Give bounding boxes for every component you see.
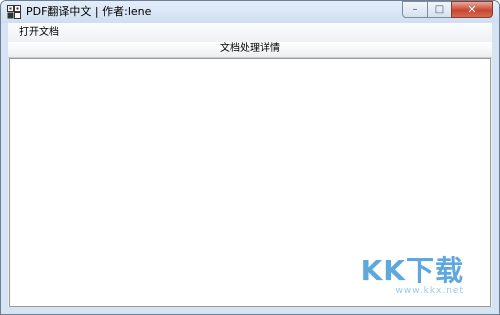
window-controls: – □ ✕ xyxy=(402,1,493,19)
section-header: 文档处理详情 xyxy=(8,42,492,58)
menu-bar: 打开文档 xyxy=(8,23,492,42)
details-textarea[interactable] xyxy=(9,58,491,307)
title-bar[interactable]: PDF翻译中文 | 作者:lene – □ ✕ xyxy=(1,1,499,23)
menu-item-open-document[interactable]: 打开文档 xyxy=(18,25,60,40)
app-window: PDF翻译中文 | 作者:lene – □ ✕ 打开文档 文档处理详情 KK下载… xyxy=(0,0,500,315)
close-button[interactable]: ✕ xyxy=(451,1,493,18)
minimize-icon: – xyxy=(412,3,418,15)
app-logo-icon xyxy=(7,5,21,19)
maximize-icon: □ xyxy=(434,3,445,15)
minimize-button[interactable]: – xyxy=(402,1,427,18)
maximize-button[interactable]: □ xyxy=(427,1,451,18)
close-icon: ✕ xyxy=(467,3,477,16)
client-area: 打开文档 文档处理详情 KK下载 www.kkx.net xyxy=(8,23,492,307)
window-title: PDF翻译中文 | 作者:lene xyxy=(26,5,152,18)
